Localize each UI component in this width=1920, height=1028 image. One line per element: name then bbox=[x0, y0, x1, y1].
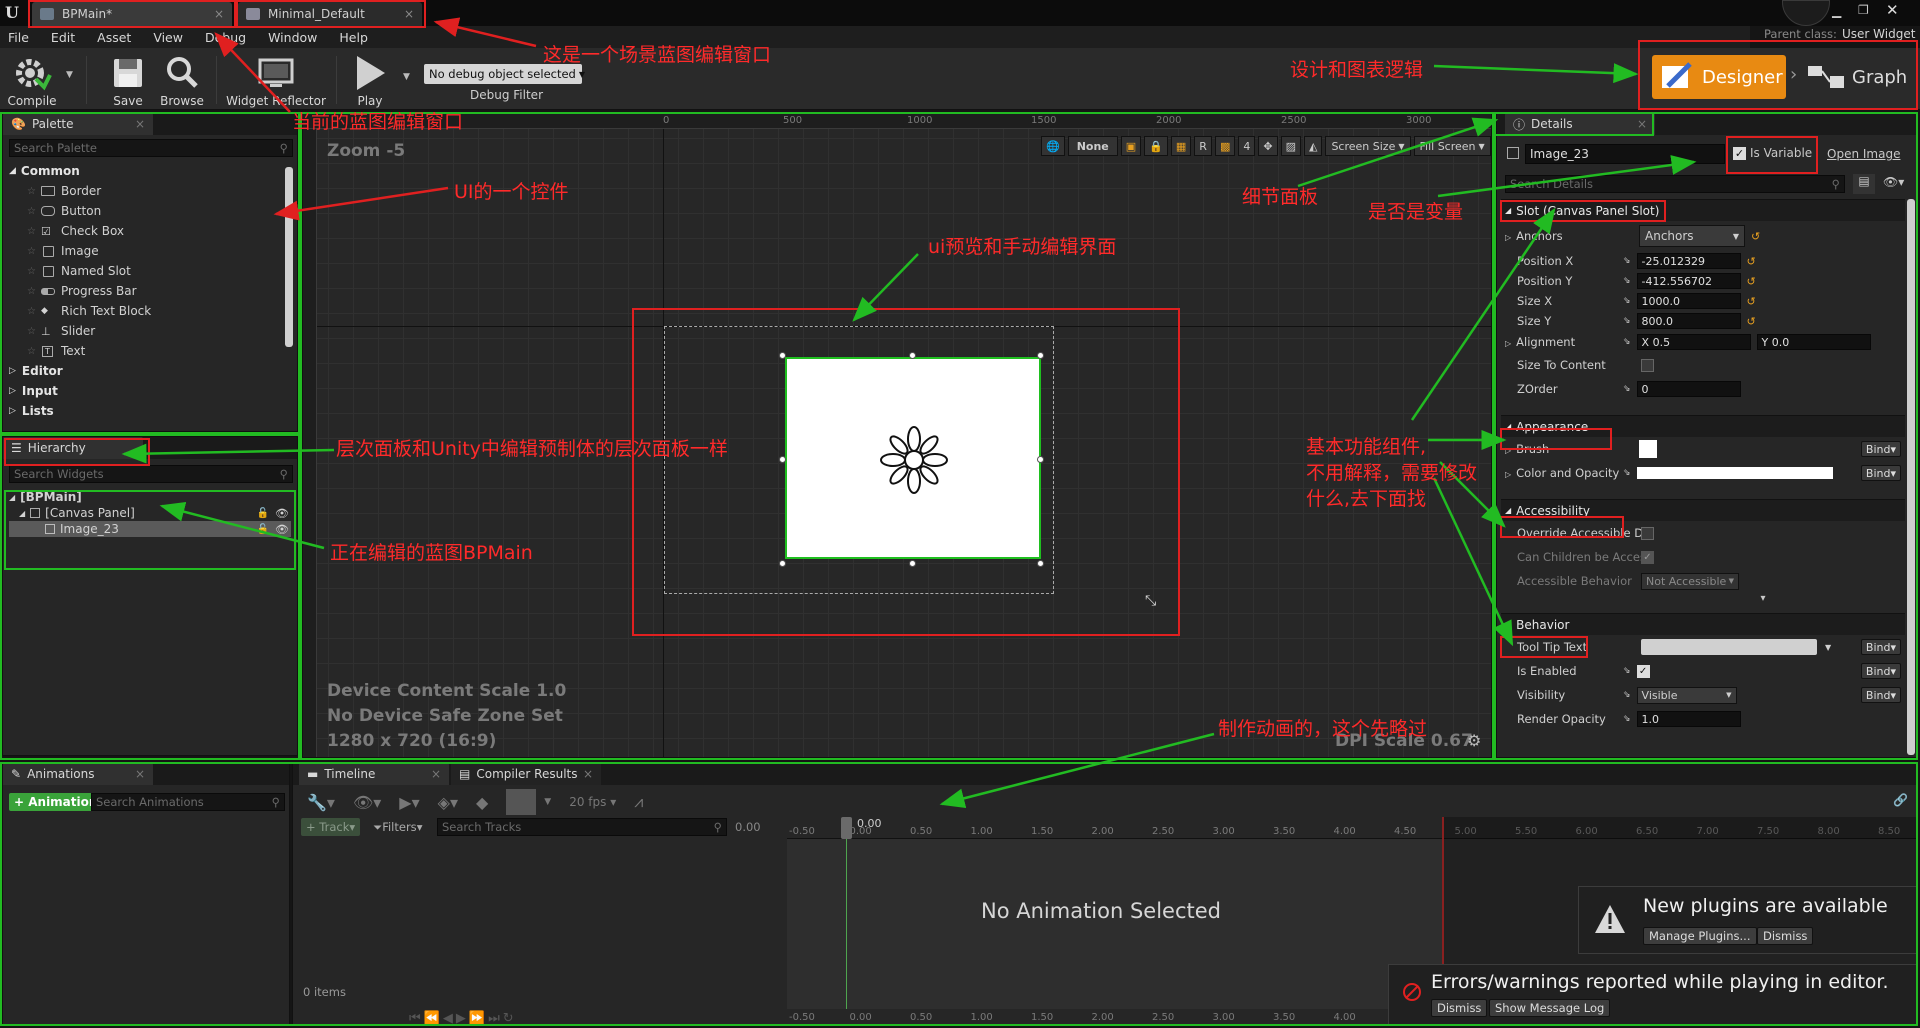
annotation-basic-components-1: 基本功能组件, bbox=[1306, 436, 1427, 458]
annotation-is-variable: 是否是变量 bbox=[1368, 201, 1464, 223]
annotation-arrows bbox=[121, 17, 1697, 809]
annotation-details-panel: 细节面板 bbox=[1242, 186, 1319, 208]
annotation-basic-components-3: 什么,去下面找 bbox=[1306, 488, 1427, 510]
annotation-basic-components-2: 不用解释，需要修改 bbox=[1306, 462, 1478, 484]
annotation-editing-bp: 正在编辑的蓝图BPMain bbox=[330, 542, 533, 564]
annotation-hierarchy-panel: 层次面板和Unity中编辑预制体的层次面板一样 bbox=[336, 438, 728, 460]
annotation-designer-graph: 设计和图表逻辑 bbox=[1290, 59, 1424, 81]
annotation-ui-preview: ui预览和手动编辑界面 bbox=[928, 236, 1117, 258]
annotation-scene-bp-window: 这是一个场景蓝图编辑窗口 bbox=[543, 44, 772, 66]
annotation-ui-control: UI的一个控件 bbox=[454, 181, 569, 203]
annotation-animations: 制作动画的，这个先略过 bbox=[1218, 718, 1428, 740]
annotation-current-bp-window: 当前的蓝图编辑窗口 bbox=[292, 111, 464, 133]
